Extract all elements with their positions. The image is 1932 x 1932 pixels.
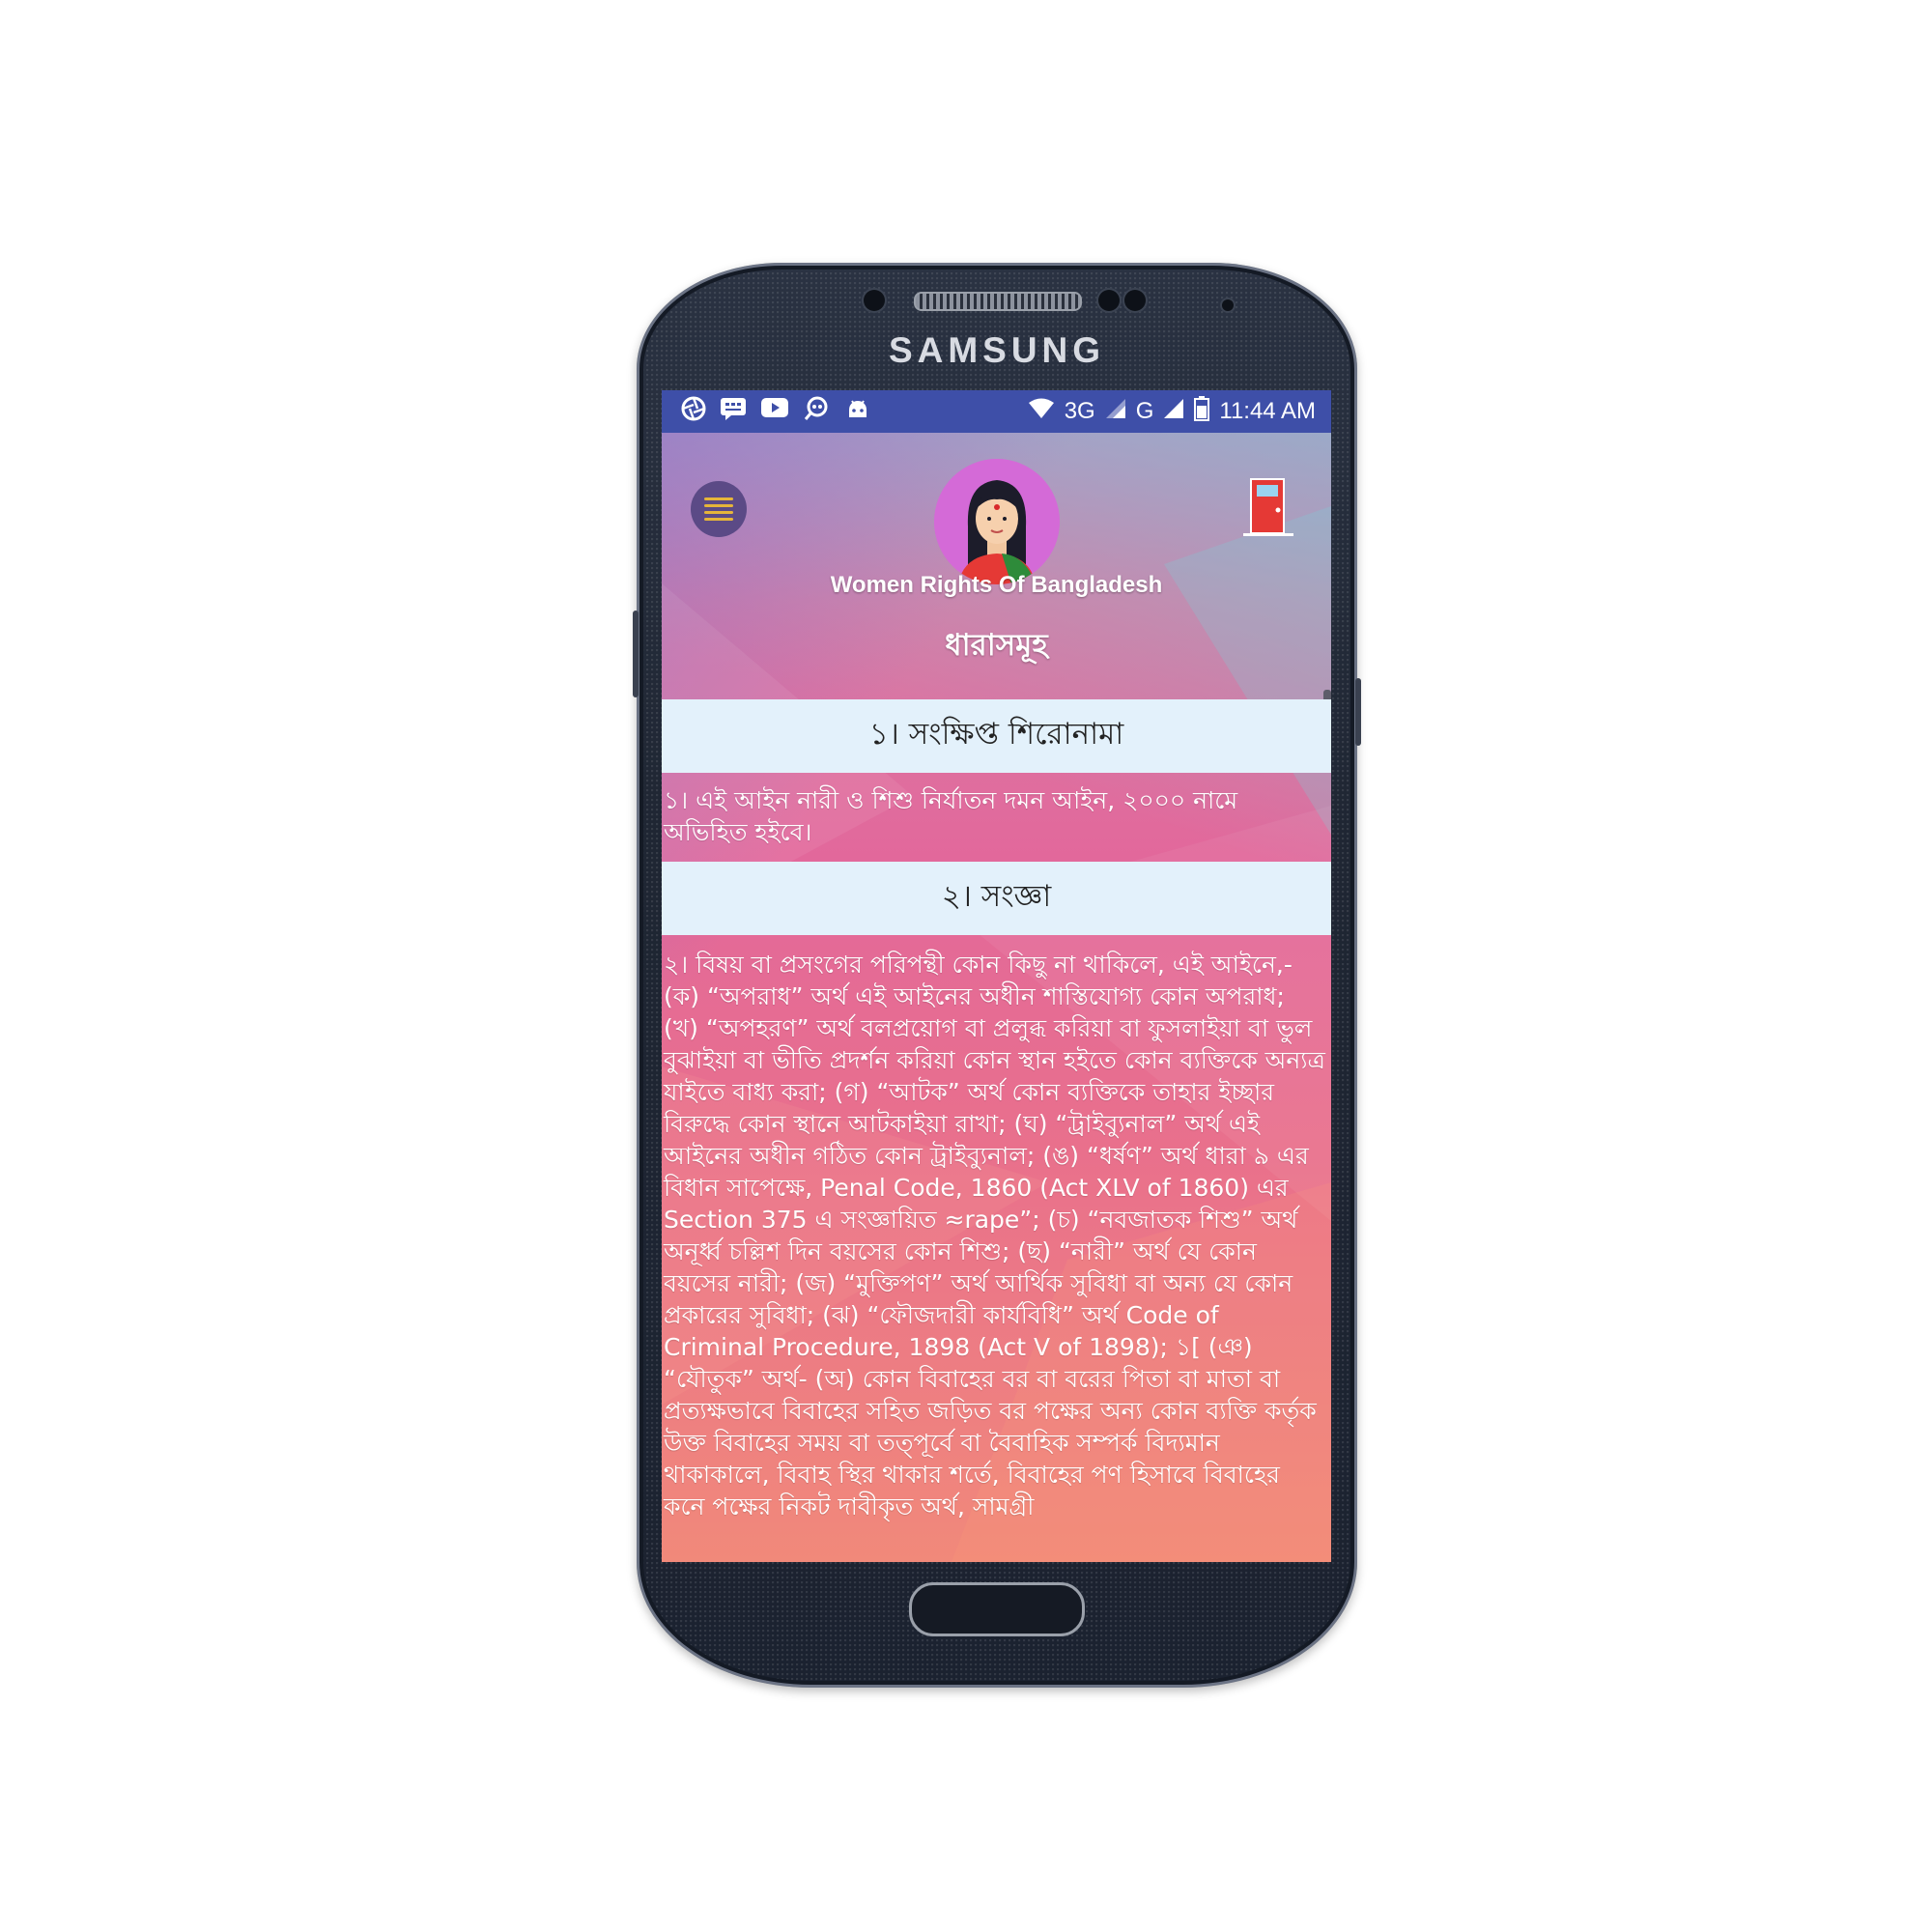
app-screen: 3G G 11:44 AM Women Rights Of Bangladesh… <box>662 390 1331 1562</box>
menu-icon-line <box>704 511 733 514</box>
light-sensor <box>1124 290 1146 311</box>
woman-avatar-icon <box>934 459 1060 584</box>
device-brand: SAMSUNG <box>888 330 1106 370</box>
network-g-label: G <box>1135 398 1154 424</box>
android-icon <box>845 396 870 428</box>
app-title: Women Rights Of Bangladesh <box>830 572 1163 598</box>
section-body-1: ১। এই আইন নারী ও শিশু নির্যাতন দমন আইন, … <box>664 786 1246 846</box>
status-bar: 3G G 11:44 AM <box>662 390 1331 433</box>
earpiece <box>914 292 1082 311</box>
section-heading: ধারাসমূহ <box>945 628 1048 663</box>
menu-icon-line <box>704 518 733 521</box>
proximity-sensor <box>1098 290 1120 311</box>
app-logo-avatar <box>934 459 1060 584</box>
app-header: Women Rights Of Bangladesh <box>662 433 1331 612</box>
signal-icon <box>1105 398 1126 426</box>
volume-key <box>633 611 639 697</box>
menu-icon-line <box>704 504 733 507</box>
chat-icon <box>720 396 747 428</box>
home-button[interactable] <box>909 1582 1085 1636</box>
led-indicator <box>1222 299 1234 311</box>
exit-button[interactable] <box>1239 475 1297 539</box>
front-camera <box>864 290 885 311</box>
youtube-icon <box>760 396 789 428</box>
exit-door-icon <box>1243 478 1293 536</box>
signal-icon-2 <box>1163 398 1184 426</box>
section-title-1[interactable]: ১। সংক্ষিপ্ত শিরোনামা <box>662 699 1331 773</box>
wifi-icon <box>1028 398 1055 426</box>
menu-icon-line <box>704 497 733 500</box>
network-3g-label: 3G <box>1064 398 1095 424</box>
menu-button[interactable] <box>691 481 747 537</box>
battery-icon <box>1194 395 1210 428</box>
section-body-2: ২। বিষয় বা প্রসংগের পরিপন্থী কোন কিছু ন… <box>664 951 1325 1520</box>
power-key <box>1355 678 1361 746</box>
status-time: 11:44 AM <box>1219 398 1316 424</box>
section-title-2[interactable]: ২। সংজ্ঞা <box>662 862 1331 935</box>
search-app-icon <box>803 396 832 428</box>
camera-aperture-icon <box>681 396 706 428</box>
